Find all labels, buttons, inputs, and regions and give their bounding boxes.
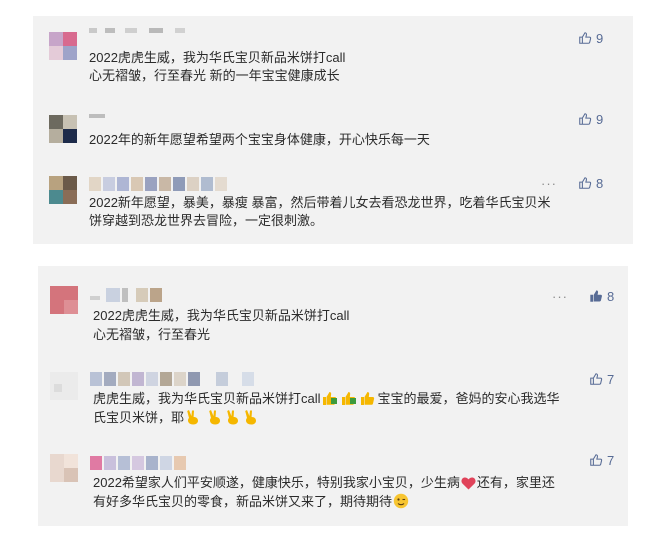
like-button[interactable]: 7 [589,371,614,387]
comment-text: 饼穿越到恐龙世界去冒险，一定很刺激。 [89,213,324,228]
avatar[interactable] [49,176,77,204]
more-dots-icon[interactable]: ··· [541,176,557,191]
comment-text-segment: 宝宝的最爱，爸妈的安心我选华 [377,391,560,406]
comment-text-segment: 2022希望家人们平安顺遂，健康快乐，特别我家小宝贝，少生病 [93,475,460,490]
like-button[interactable]: 9 [578,111,603,127]
avatar[interactable] [49,32,77,60]
username-blurred[interactable] [89,28,209,34]
thumbs-up-emoji [322,391,339,411]
heart-emoji [461,476,476,495]
like-count: 8 [596,175,604,191]
victory-hand-emoji [207,409,223,430]
comment-text: 虎虎生威，我为华氏宝贝新品米饼打call 宝宝的最爱，爸妈的安心我选华 [93,390,560,411]
comment-text: 2022年的新年愿望希望两个宝宝身体健康，开心快乐每一天 [89,132,430,147]
like-button[interactable]: 8 [578,175,603,191]
thumbs-up-emoji [341,391,358,411]
wink-face-emoji [393,493,409,514]
username-blurred[interactable] [89,114,109,119]
thumbs-up-outline-icon [579,177,592,189]
like-count: 7 [607,452,615,468]
like-count: 8 [607,288,615,304]
comment-panel-2: 2022虎虎生威，我为华氏宝贝新品米饼打call 心无褶皱，行至春光 ··· 8… [38,266,628,526]
username-blurred[interactable] [90,288,170,302]
victory-hand-emoji [225,409,241,430]
comment-text: 2022虎虎生威，我为华氏宝贝新品米饼打call [89,50,346,65]
comment-text-segment: 有好多华氏宝贝的零食，新品米饼又来了，期待期待 [93,494,393,509]
comment-text: 氏宝贝米饼，耶 [93,409,260,430]
avatar[interactable] [50,286,78,314]
comment-text: 2022希望家人们平安顺遂，健康快乐，特别我家小宝贝，少生病 还有，家里还 [93,474,555,495]
like-count: 9 [596,111,604,127]
thumbs-up-outline-icon [579,113,592,125]
comment-text: 2022新年愿望，暴美，暴瘦 暴富，然后带着儿女去看恐龙世界，吃着华氏宝贝米 [89,195,551,210]
thumbs-up-outline-icon [579,32,592,44]
like-button[interactable]: 7 [589,452,614,468]
avatar[interactable] [50,454,78,482]
more-dots-icon[interactable]: ··· [552,289,568,304]
username-blurred[interactable] [90,456,210,470]
victory-hand-emoji [243,409,259,430]
like-count: 7 [607,371,615,387]
comment-panel-1: 2022虎虎生威，我为华氏宝贝新品米饼打call 心无褶皱，行至春光 新的一年宝… [33,16,633,244]
comment-text: 心无褶皱，行至春光 [93,327,211,342]
comment-text-segment: 氏宝贝米饼，耶 [93,410,185,425]
like-count: 9 [596,30,604,46]
username-blurred[interactable] [89,177,229,191]
thumbs-up-outline-icon [590,454,603,466]
thumbs-up-filled-icon [590,290,602,302]
avatar[interactable] [49,115,77,143]
like-button[interactable]: 9 [578,30,603,46]
comment-text: 2022虎虎生威，我为华氏宝贝新品米饼打call [93,308,350,323]
comment-text-segment: 还有，家里还 [476,475,555,490]
thumbs-up-emoji [360,391,377,411]
like-button-active[interactable]: 8 [589,288,614,304]
avatar[interactable] [50,372,78,400]
victory-hand-emoji [185,409,201,430]
username-blurred[interactable] [90,372,270,386]
thumbs-up-outline-icon [590,373,603,385]
comment-text-segment: 虎虎生威，我为华氏宝贝新品米饼打call [93,391,321,406]
comment-text: 有好多华氏宝贝的零食，新品米饼又来了，期待期待 [93,493,410,514]
comment-text: 心无褶皱，行至春光 新的一年宝宝健康成长 [89,68,340,83]
